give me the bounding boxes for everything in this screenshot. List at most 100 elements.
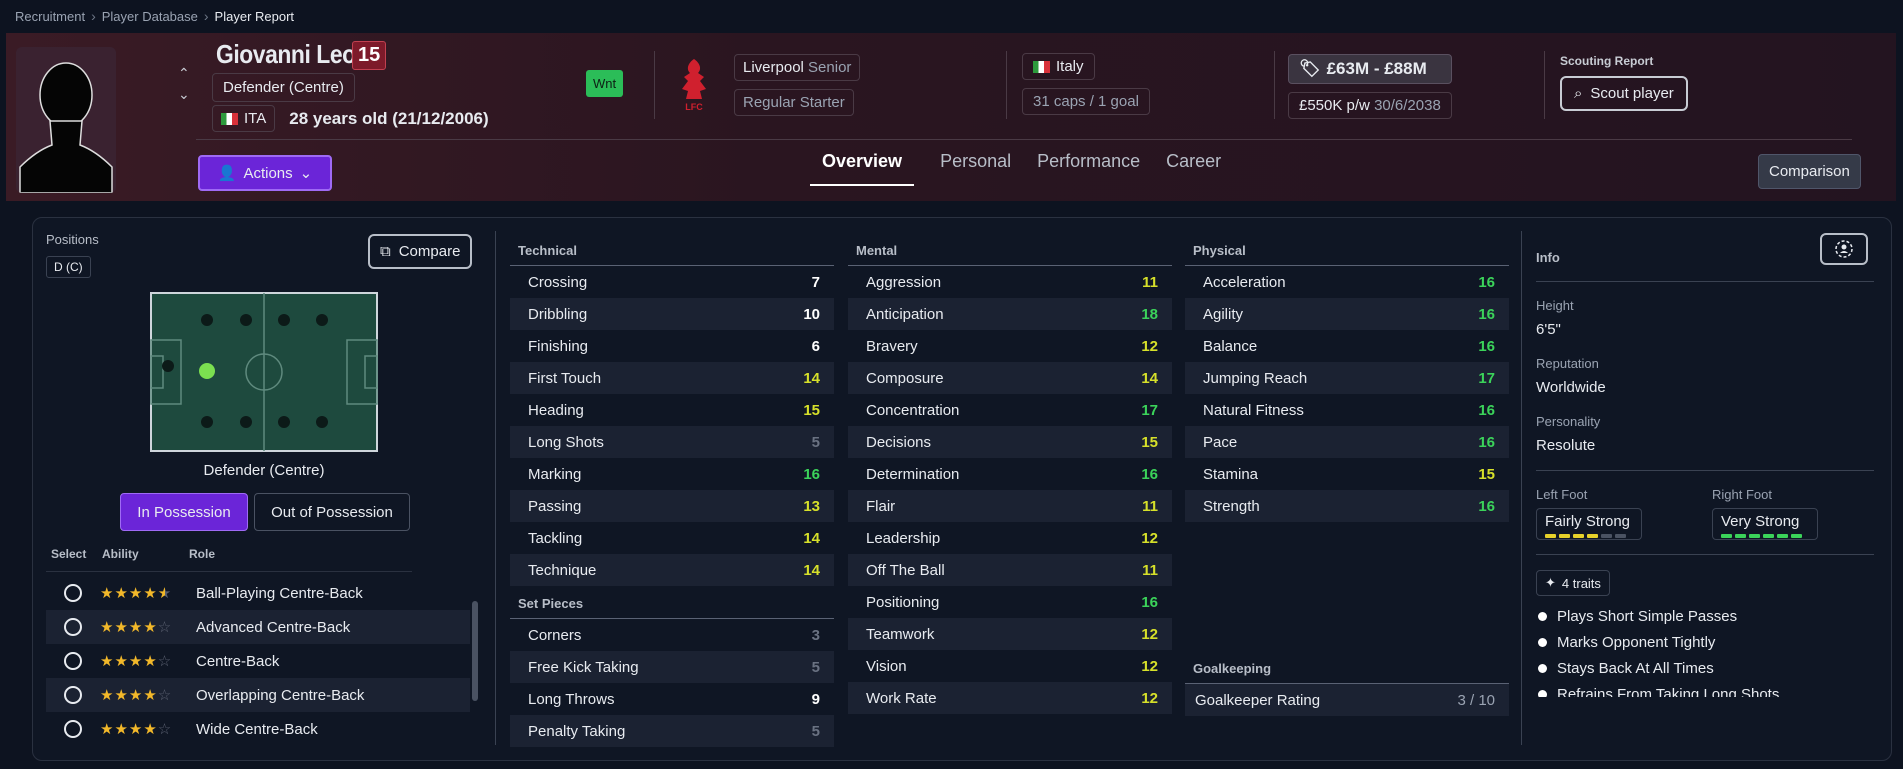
role-radio[interactable] [64,686,82,704]
club-link[interactable]: Liverpool Senior [734,54,861,81]
club-info: Liverpool Senior Regular Starter [734,54,861,116]
attribute-name: Teamwork [866,625,935,643]
attribute-name: Pace [1203,433,1238,451]
italy-flag-icon [221,112,238,125]
breadcrumb: Recruitment › Player Database › Player R… [15,8,294,24]
attribute-row[interactable]: Stamina 15 [1185,458,1509,490]
attribute-name: Free Kick Taking [528,658,639,676]
chevron-down-icon[interactable]: ⌄ [178,86,190,103]
attribute-row[interactable]: Long Shots 5 [510,426,834,458]
attribute-row[interactable]: Agility 16 [1185,298,1509,330]
attribute-row[interactable]: Passing 13 [510,490,834,522]
position-tag-dc: D (C) [46,256,91,278]
actions-button[interactable]: 👤 Actions ⌄ [198,155,332,191]
attribute-name: Positioning [866,593,940,611]
attribute-value: 14 [803,561,820,579]
player-profile-button[interactable] [1820,233,1868,265]
attribute-row[interactable]: Balance 16 [1185,330,1509,362]
tab-performance[interactable]: Performance [1037,151,1140,186]
attribute-row[interactable]: Anticipation 18 [848,298,1172,330]
role-radio[interactable] [64,618,82,636]
search-icon: ⌕ [1574,85,1583,102]
attribute-row[interactable]: Marking 16 [510,458,834,490]
goalkeeping-section: Goalkeeping Goalkeeper Rating 3 / 10 [1185,651,1509,716]
star-rating-icon: ★★★★☆ [100,653,173,670]
attribute-row[interactable]: Vision 12 [848,650,1172,682]
attribute-value: 3 [811,626,820,644]
attribute-row[interactable]: Natural Fitness 16 [1185,394,1509,426]
out-of-possession-button[interactable]: Out of Possession [254,493,410,531]
attribute-row[interactable]: Long Throws 9 [510,683,834,715]
player-navigation: ⌃ ⌄ [178,65,190,103]
attribute-row[interactable]: Heading 15 [510,394,834,426]
star-rating-icon: ★★★★★ [100,585,173,602]
foot-bar [1721,534,1732,538]
attribute-row[interactable]: Flair 11 [848,490,1172,522]
attribute-row[interactable]: Crossing 7 [510,266,834,298]
breadcrumb-player-database[interactable]: Player Database [102,9,198,24]
attribute-row[interactable]: Leadership 12 [848,522,1172,554]
attribute-row[interactable]: Finishing 6 [510,330,834,362]
attribute-name: Aggression [866,273,942,291]
attribute-row[interactable]: Positioning 16 [848,586,1172,618]
scout-player-button[interactable]: ⌕ Scout player [1560,76,1688,111]
attribute-row[interactable]: Decisions 15 [848,426,1172,458]
role-row[interactable]: ★★★★★ Ball-Playing Centre-Back [46,576,470,610]
in-possession-button[interactable]: In Possession [120,493,248,531]
role-name: Ball-Playing Centre-Back [196,584,363,602]
role-name: Wide Centre-Back [196,720,318,738]
divider [1536,281,1874,282]
attribute-name: Balance [1203,337,1258,355]
role-row[interactable]: ★★★★☆ Overlapping Centre-Back [46,678,470,712]
status-badge: Wnt [586,70,624,97]
tab-career[interactable]: Career [1166,151,1221,186]
attribute-name: Flair [866,497,896,515]
scrollbar[interactable] [472,601,478,701]
attribute-row[interactable]: Work Rate 12 [848,682,1172,714]
role-radio[interactable] [64,584,82,602]
role-row[interactable]: ★★★★☆ Wide Centre-Back [46,712,470,746]
attribute-row[interactable]: Acceleration 16 [1185,266,1509,298]
compare-button[interactable]: ⧉ Compare [368,234,473,269]
personality-label: Personality [1536,414,1601,429]
attribute-name: First Touch [528,369,602,387]
attribute-row[interactable]: Free Kick Taking 5 [510,651,834,683]
nation-link[interactable]: Italy [1022,53,1095,80]
tab-overview[interactable]: Overview [810,151,915,186]
attribute-row[interactable]: First Touch 14 [510,362,834,394]
attribute-row[interactable]: Dribbling 10 [510,298,834,330]
role-radio[interactable] [64,652,82,670]
breadcrumb-recruitment[interactable]: Recruitment [15,9,85,24]
attribute-row[interactable]: Technique 14 [510,554,834,586]
attribute-row[interactable]: Composure 14 [848,362,1172,394]
right-foot-bars [1721,534,1809,538]
chevron-up-icon[interactable]: ⌃ [178,65,190,82]
attribute-row[interactable]: Strength 16 [1185,490,1509,522]
attribute-value: 17 [1478,369,1495,387]
attribute-name: Finishing [528,337,589,355]
left-foot-rating: Fairly Strong [1536,508,1642,540]
sparkle-icon: ✦ [1545,575,1556,590]
tab-personal[interactable]: Personal [940,151,1011,186]
attribute-row[interactable]: Concentration 17 [848,394,1172,426]
comparison-button[interactable]: Comparison [1758,154,1861,189]
role-name: Advanced Centre-Back [196,618,351,636]
divider [1521,231,1522,745]
role-radio[interactable] [64,720,82,738]
attribute-row[interactable]: Aggression 11 [848,266,1172,298]
role-row[interactable]: ★★★★☆ Advanced Centre-Back [46,610,470,644]
traits-button[interactable]: ✦ 4 traits [1536,570,1610,596]
attribute-row[interactable]: Bravery 12 [848,330,1172,362]
attribute-row[interactable]: Determination 16 [848,458,1172,490]
attribute-row[interactable]: Pace 16 [1185,426,1509,458]
right-foot-label: Right Foot [1712,487,1772,502]
attribute-row[interactable]: Penalty Taking 5 [510,715,834,747]
attribute-row[interactable]: Corners 3 [510,619,834,651]
attribute-name: Bravery [866,337,918,355]
attribute-row[interactable]: Off The Ball 11 [848,554,1172,586]
attribute-row[interactable]: Tackling 14 [510,522,834,554]
attribute-row[interactable]: Teamwork 12 [848,618,1172,650]
attribute-row[interactable]: Jumping Reach 17 [1185,362,1509,394]
attribute-value: 12 [1141,657,1158,675]
role-row[interactable]: ★★★★☆ Centre-Back [46,644,470,678]
